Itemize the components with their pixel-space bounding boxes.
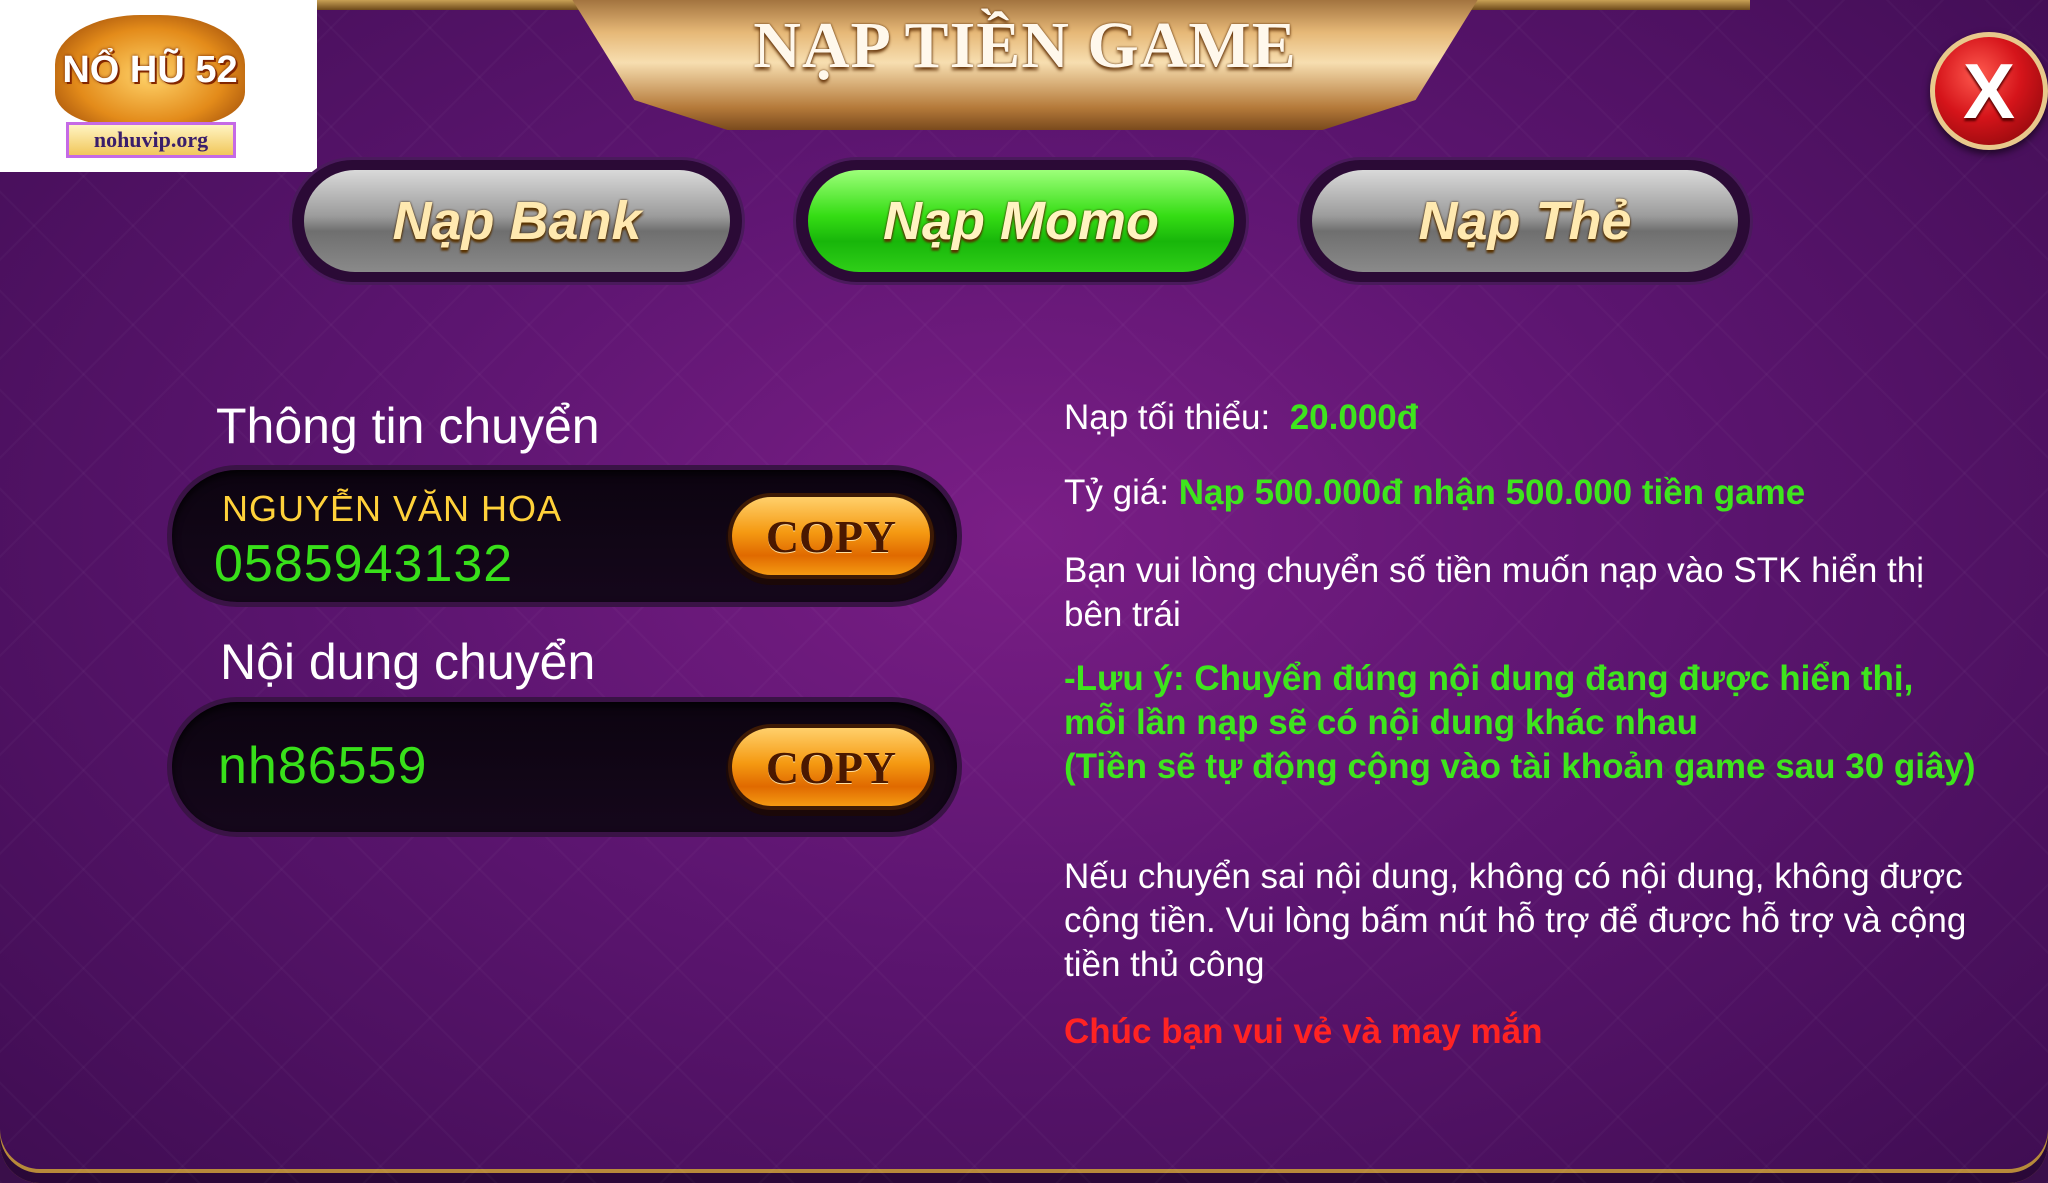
exchange-rate-label: Tỷ giá: [1064,473,1170,512]
min-deposit-line: Nạp tối thiểu: 20.000đ [1064,396,1984,440]
exchange-rate-value: Nạp 500.000đ nhận 500.000 tiền game [1178,473,1806,512]
tab-nap-the[interactable]: Nạp Thẻ [1300,160,1750,282]
exchange-rate-line: Tỷ giá: Nạp 500.000đ nhận 500.000 tiền g… [1064,471,1984,515]
page-title: NẠP TIỀN GAME [753,9,1297,82]
close-icon: X [1962,47,2016,135]
tab-nap-bank[interactable]: Nạp Bank [292,160,742,282]
transfer-content-box: nh86559 COPY [172,702,957,832]
transfer-info-label: Thông tin chuyển [216,398,600,454]
close-button[interactable]: X [1930,32,2048,150]
wish-text: Chúc bạn vui vẻ và may mắn [1064,1012,1543,1051]
account-name: NGUYỄN VĂN HOA [222,488,563,529]
instruction-text: Bạn vui lòng chuyển số tiền muốn nạp vào… [1064,551,1924,634]
site-logo: NỔ HŨ 52 nohuvip.org [0,0,317,172]
logo-brand-text: NỔ HŨ 52 [62,48,238,91]
min-deposit-label: Nạp tối thiểu: [1064,398,1271,437]
copy-content-button[interactable]: COPY [732,728,930,806]
transfer-content-label: Nội dung chuyển [220,634,596,690]
logo-url: nohuvip.org [66,122,236,158]
tab-label: Nạp Momo [808,170,1234,272]
tab-nap-momo[interactable]: Nạp Momo [796,160,1246,282]
note-line-2: (Tiền sẽ tự động cộng vào tài khoản game… [1064,747,1976,786]
account-number: 0585943132 [214,535,514,593]
transfer-info-box: NGUYỄN VĂN HOA 0585943132 COPY [172,470,957,602]
copy-account-button[interactable]: COPY [732,497,930,575]
tab-label: Nạp Bank [304,170,730,272]
min-deposit-value: 20.000đ [1289,398,1419,437]
tab-label: Nạp Thẻ [1312,170,1738,272]
warning-text: Nếu chuyển sai nội dung, không có nội du… [1064,857,1967,984]
note-text: -Lưu ý: Chuyển đúng nội dung đang được h… [1064,657,1984,789]
transfer-code: nh86559 [218,737,428,795]
note-line-1: -Lưu ý: Chuyển đúng nội dung đang được h… [1064,659,1914,742]
logo-badge: NỔ HŨ 52 [55,15,245,125]
